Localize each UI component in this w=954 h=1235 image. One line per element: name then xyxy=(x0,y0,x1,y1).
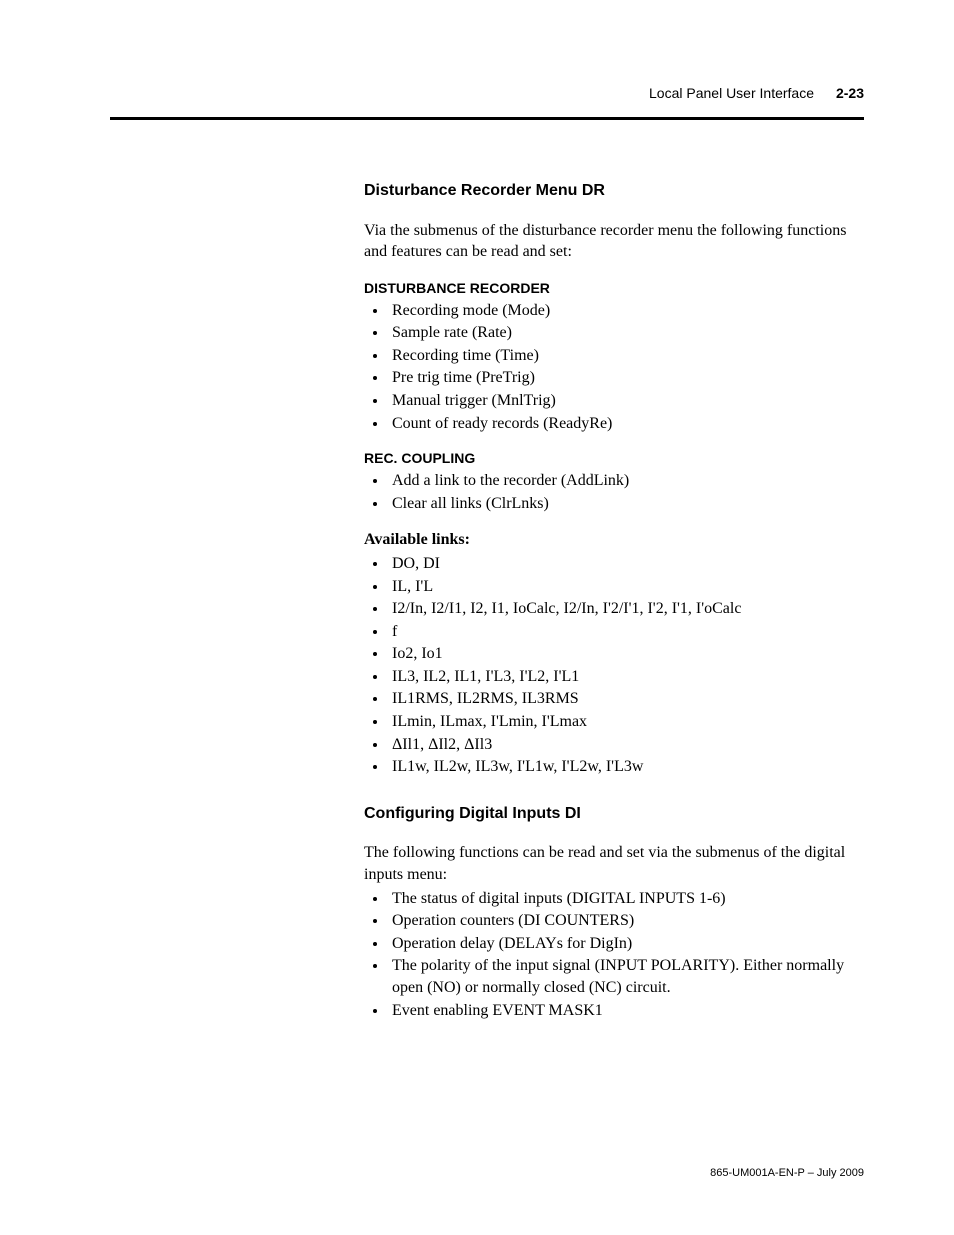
intro-paragraph-di: The following functions can be read and … xyxy=(364,842,864,885)
list-item: DO, DI xyxy=(388,553,864,576)
list-item: Pre trig time (PreTrig) xyxy=(388,367,864,390)
list-item: Operation counters (DI COUNTERS) xyxy=(388,910,864,933)
header-title: Local Panel User Interface xyxy=(649,85,814,101)
section-title-dr: Disturbance Recorder Menu DR xyxy=(364,180,864,202)
list-item: IL, I'L xyxy=(388,576,864,599)
list-digital-inputs: The status of digital inputs (DIGITAL IN… xyxy=(364,888,864,1023)
subhead-disturbance-recorder: DISTURBANCE RECORDER xyxy=(364,279,864,298)
list-rec-coupling: Add a link to the recorder (AddLink) Cle… xyxy=(364,470,864,515)
list-item: Recording time (Time) xyxy=(388,345,864,368)
list-item: ILmin, ILmax, I'Lmin, I'Lmax xyxy=(388,711,864,734)
subhead-available-links: Available links: xyxy=(364,529,864,551)
footer: 865-UM001A-EN-P – July 2009 xyxy=(710,1167,864,1179)
header-rule xyxy=(110,117,864,120)
list-item: f xyxy=(388,621,864,644)
list-item: I2/In, I2/I1, I2, I1, IoCalc, I2/In, I'2… xyxy=(388,598,864,621)
list-item: Operation delay (DELAYs for DigIn) xyxy=(388,933,864,956)
list-item: Clear all links (ClrLnks) xyxy=(388,493,864,516)
list-item: Recording mode (Mode) xyxy=(388,300,864,323)
list-item: IL1w, IL2w, IL3w, I'L1w, I'L2w, I'L3w xyxy=(388,756,864,779)
content: Disturbance Recorder Menu DR Via the sub… xyxy=(364,180,864,1022)
subhead-rec-coupling: REC. COUPLING xyxy=(364,449,864,468)
list-item: The polarity of the input signal (INPUT … xyxy=(388,955,864,999)
header-page-number: 2-23 xyxy=(836,85,864,101)
list-item: Event enabling EVENT MASK1 xyxy=(388,1000,864,1023)
section-title-di: Configuring Digital Inputs DI xyxy=(364,803,864,825)
list-item: Add a link to the recorder (AddLink) xyxy=(388,470,864,493)
intro-paragraph-dr: Via the submenus of the disturbance reco… xyxy=(364,220,864,263)
list-available-links: DO, DI IL, I'L I2/In, I2/I1, I2, I1, IoC… xyxy=(364,553,864,779)
list-item: Sample rate (Rate) xyxy=(388,322,864,345)
list-item: IL1RMS, IL2RMS, IL3RMS xyxy=(388,688,864,711)
list-item: ΔIl1, ΔIl2, ΔIl3 xyxy=(388,734,864,757)
list-item: Count of ready records (ReadyRe) xyxy=(388,413,864,436)
list-item: Io2, Io1 xyxy=(388,643,864,666)
list-item: The status of digital inputs (DIGITAL IN… xyxy=(388,888,864,911)
list-disturbance-recorder: Recording mode (Mode) Sample rate (Rate)… xyxy=(364,300,864,436)
list-item: IL3, IL2, IL1, I'L3, I'L2, I'L1 xyxy=(388,666,864,689)
page: Local Panel User Interface 2-23 Disturba… xyxy=(0,0,954,1235)
header-row: Local Panel User Interface 2-23 xyxy=(110,85,864,111)
list-item: Manual trigger (MnlTrig) xyxy=(388,390,864,413)
